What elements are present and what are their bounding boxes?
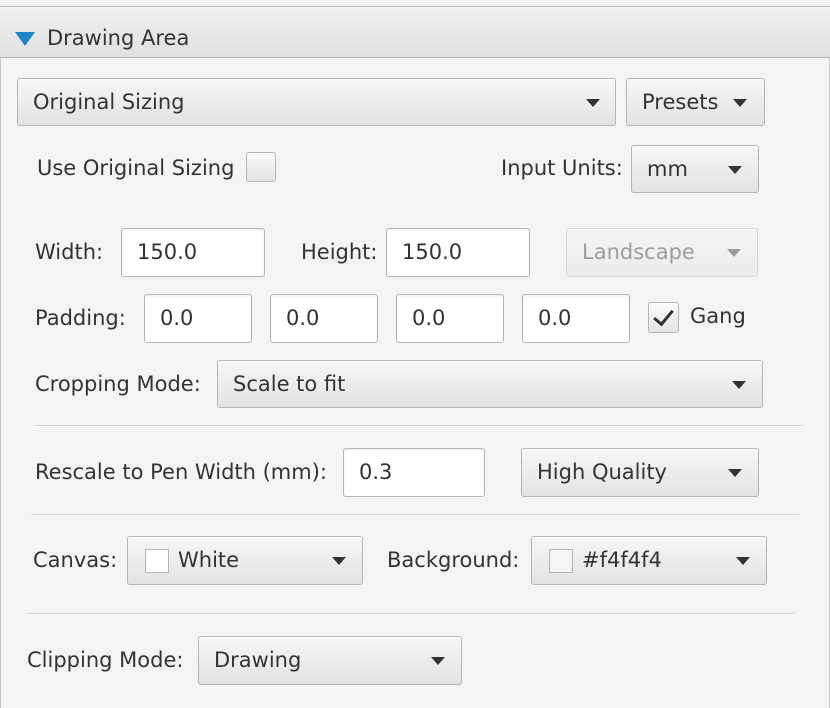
canvas-color-value: White: [178, 548, 240, 572]
input-units-value: mm: [647, 157, 688, 181]
orientation-select: Landscape: [566, 228, 758, 277]
input-units-select[interactable]: mm: [631, 145, 759, 193]
collapse-triangle-icon[interactable]: [15, 32, 35, 46]
width-value: 150.0: [137, 240, 198, 264]
sizing-preset-select[interactable]: Original Sizing: [17, 78, 616, 126]
padding-value: 0.0: [412, 306, 446, 330]
chevron-down-icon: [728, 469, 742, 477]
background-label: Background:: [387, 548, 520, 572]
width-field[interactable]: 150.0: [121, 228, 265, 277]
sizing-preset-value: Original Sizing: [33, 90, 185, 114]
checkmark-icon: [653, 304, 674, 327]
presets-label: Presets: [642, 90, 719, 114]
height-value: 150.0: [402, 240, 463, 264]
quality-value: High Quality: [537, 460, 667, 484]
padding-field[interactable]: 0.0: [522, 294, 630, 343]
chevron-down-icon: [733, 99, 747, 107]
height-label: Height:: [301, 240, 378, 264]
quality-select[interactable]: High Quality: [521, 448, 759, 497]
use-original-sizing-label: Use Original Sizing: [37, 156, 235, 180]
orientation-value: Landscape: [582, 240, 695, 264]
padding-value: 0.0: [286, 306, 320, 330]
width-label: Width:: [35, 240, 104, 264]
background-color-picker[interactable]: #f4f4f4: [531, 536, 767, 585]
input-units-label: Input Units:: [501, 156, 623, 180]
pen-width-value: 0.3: [359, 460, 393, 484]
gang-label: Gang: [690, 304, 746, 328]
divider: [27, 613, 795, 615]
padding-label: Padding:: [35, 306, 126, 330]
padding-field[interactable]: 0.0: [396, 294, 504, 343]
chevron-down-icon: [732, 381, 746, 389]
canvas-label: Canvas:: [33, 548, 118, 572]
chevron-down-icon: [586, 99, 600, 107]
cropping-mode-select[interactable]: Scale to fit: [217, 360, 763, 408]
height-field[interactable]: 150.0: [386, 228, 530, 277]
use-original-sizing-checkbox[interactable]: [246, 152, 276, 182]
chevron-down-icon: [332, 557, 346, 565]
chevron-down-icon: [727, 249, 741, 257]
padding-field[interactable]: 0.0: [270, 294, 378, 343]
section-title: Drawing Area: [47, 26, 190, 50]
cropping-mode-value: Scale to fit: [233, 372, 346, 396]
divider: [31, 514, 799, 516]
divider: [35, 425, 803, 427]
padding-value: 0.0: [160, 306, 194, 330]
rescale-pen-width-label: Rescale to Pen Width (mm):: [35, 460, 327, 484]
background-color-swatch: [549, 549, 573, 573]
chevron-down-icon: [736, 557, 750, 565]
presets-menu-button[interactable]: Presets: [626, 78, 765, 126]
padding-field[interactable]: 0.0: [144, 294, 252, 343]
canvas-color-picker[interactable]: White: [127, 536, 363, 585]
cropping-mode-label: Cropping Mode:: [35, 372, 201, 396]
background-color-value: #f4f4f4: [582, 548, 662, 572]
clipping-mode-label: Clipping Mode:: [27, 648, 184, 672]
gang-checkbox[interactable]: [648, 302, 679, 333]
clipping-mode-select[interactable]: Drawing: [198, 636, 462, 685]
pen-width-field[interactable]: 0.3: [343, 448, 485, 497]
chevron-down-icon: [431, 657, 445, 665]
section-header[interactable]: Drawing Area: [0, 6, 830, 58]
clipping-mode-value: Drawing: [214, 648, 302, 672]
canvas-color-swatch: [145, 549, 169, 573]
chevron-down-icon: [728, 166, 742, 174]
padding-value: 0.0: [538, 306, 572, 330]
